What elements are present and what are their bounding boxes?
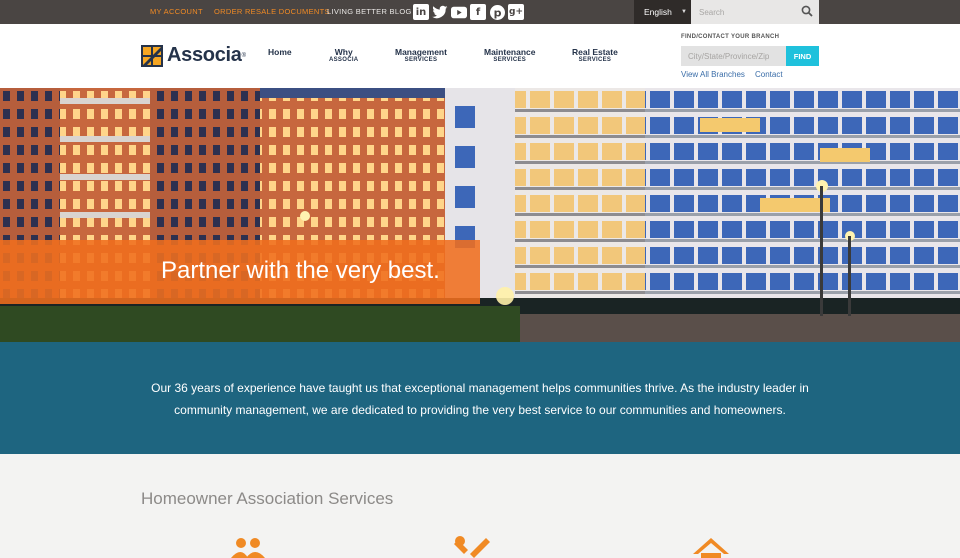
nav-sublabel: SERVICES [493,57,527,64]
view-all-branches-link[interactable]: View All Branches [681,70,745,79]
branch-location-input[interactable] [681,46,786,66]
house-icon[interactable] [691,536,731,558]
contact-link[interactable]: Contact [755,70,783,79]
youtube-icon[interactable] [451,4,467,20]
associa-logo[interactable]: Associa ® [141,44,246,67]
language-selector[interactable]: English ▼ [634,0,691,24]
registered-mark: ® [241,52,247,59]
nav-label: Why [334,47,353,57]
linkedin-icon[interactable]: in [413,4,429,20]
google-plus-icon[interactable]: g+ [508,4,524,20]
facebook-icon[interactable]: f [470,4,486,20]
branch-finder-title: FIND/CONTACT YOUR BRANCH [681,34,780,40]
search-input[interactable] [691,0,791,24]
nav-label: Home [268,47,292,57]
tools-icon[interactable] [452,536,492,558]
caret-down-icon: ▼ [681,9,687,15]
living-better-blog-link[interactable]: LIVING BETTER BLOG [327,7,412,16]
nav-why-associa[interactable]: Why ASSOCIA [329,47,359,64]
intro-band: Our 36 years of experience have taught u… [0,342,960,454]
nav-sublabel: ASSOCIA [329,57,359,64]
search-icon[interactable] [801,5,813,17]
site-header: Associa ® Home Why ASSOCIA Management SER… [0,24,960,88]
services-section-title: Homeowner Association Services [141,489,394,508]
intro-text: Our 36 years of experience have taught u… [151,381,809,417]
hero-banner: Partner with the very best. [0,88,960,342]
brand-name: Associa [167,44,242,66]
nav-sublabel: SERVICES [404,57,438,64]
language-label: English [644,7,672,17]
nav-management-services[interactable]: Management SERVICES [395,47,447,64]
find-branch-button[interactable]: FIND [786,46,819,66]
people-icon[interactable] [228,536,268,558]
svg-text:p: p [493,6,501,19]
nav-maintenance-services[interactable]: Maintenance SERVICES [484,47,536,64]
nav-real-estate-services[interactable]: Real Estate SERVICES [572,47,618,64]
search-box [691,0,819,24]
hero-tagline-banner: Partner with the very best. [0,240,480,304]
order-resale-documents-link[interactable]: ORDER RESALE DOCUMENTS [214,7,330,16]
nav-label: Management [395,47,447,57]
nav-label: Real Estate [572,47,618,57]
hero-tagline: Partner with the very best. [161,257,440,284]
pinterest-icon[interactable]: p [489,4,505,20]
nav-home[interactable]: Home [268,47,292,57]
social-links: in f p g+ [413,4,524,20]
top-utility-bar: MY ACCOUNT ORDER RESALE DOCUMENTS LIVING… [0,0,960,24]
nav-sublabel: SERVICES [578,57,612,64]
logo-mark-icon [141,44,163,67]
twitter-icon[interactable] [432,4,448,20]
nav-label: Maintenance [484,47,536,57]
my-account-link[interactable]: MY ACCOUNT [150,7,203,16]
